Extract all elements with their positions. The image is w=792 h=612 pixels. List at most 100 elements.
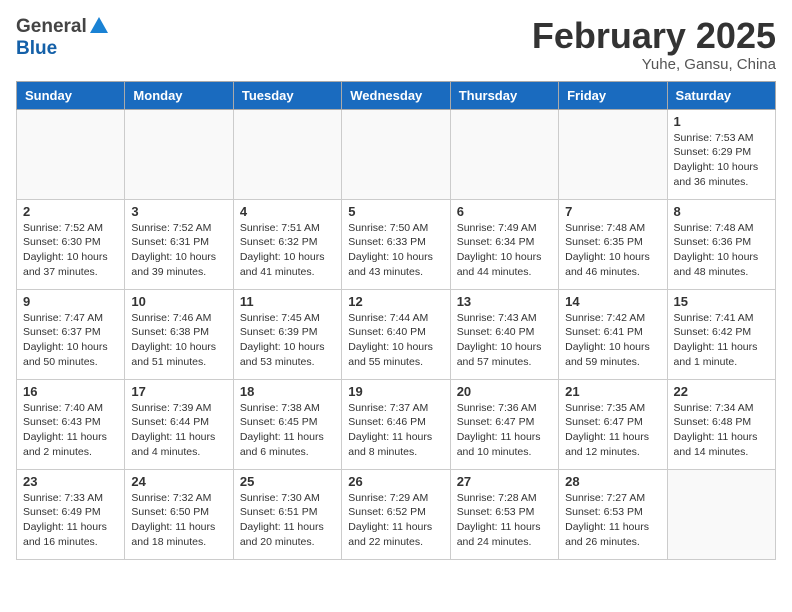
day-number: 1 — [674, 114, 769, 129]
calendar-cell: 5Sunrise: 7:50 AM Sunset: 6:33 PM Daylig… — [342, 199, 450, 289]
calendar-cell: 6 Sunrise: 7:49 AM Sunset: 6:34 PM Daylig… — [450, 199, 558, 289]
day-info: Sunrise: 7:44 AM Sunset: 6:40 PM Dayligh… — [348, 311, 443, 370]
day-info: Sunrise: 7:40 AM Sunset: 6:43 PM Dayligh… — [23, 401, 118, 460]
day-info: Sunrise: 7:48 AM Sunset: 6:35 PM Dayligh… — [565, 221, 660, 280]
day-info: Sunrise: 7:34 AM Sunset: 6:48 PM Dayligh… — [674, 401, 769, 460]
day-info: Sunrise: 7:32 AM Sunset: 6:50 PM Dayligh… — [131, 491, 226, 550]
day-number: 8 — [674, 204, 769, 219]
calendar-cell: 9Sunrise: 7:47 AM Sunset: 6:37 PM Daylig… — [17, 289, 125, 379]
day-number: 10 — [131, 294, 226, 309]
col-header-wednesday: Wednesday — [342, 81, 450, 109]
logo-blue: Blue — [16, 38, 57, 60]
day-info: Sunrise: 7:36 AM Sunset: 6:47 PM Dayligh… — [457, 401, 552, 460]
day-number: 27 — [457, 474, 552, 489]
calendar-title: February 2025 — [532, 16, 776, 56]
day-number: 25 — [240, 474, 335, 489]
title-block: February 2025 Yuhe, Gansu, China — [532, 16, 776, 73]
page-header: General Blue February 2025 Yuhe, Gansu, … — [16, 16, 776, 73]
day-info: Sunrise: 7:42 AM Sunset: 6:41 PM Dayligh… — [565, 311, 660, 370]
day-number: 9 — [23, 294, 118, 309]
calendar-cell: 20 Sunrise: 7:36 AM Sunset: 6:47 PM Dayli… — [450, 379, 558, 469]
logo-triangle-icon — [90, 17, 108, 33]
calendar-cell: 12 Sunrise: 7:44 AM Sunset: 6:40 PM Dayli… — [342, 289, 450, 379]
calendar-cell: 22 Sunrise: 7:34 AM Sunset: 6:48 PM Dayli… — [667, 379, 775, 469]
calendar-cell: 2 Sunrise: 7:52 AM Sunset: 6:30 PM Daylig… — [17, 199, 125, 289]
col-header-thursday: Thursday — [450, 81, 558, 109]
day-info: Sunrise: 7:27 AM Sunset: 6:53 PM Dayligh… — [565, 491, 660, 550]
day-number: 11 — [240, 294, 335, 309]
day-number: 20 — [457, 384, 552, 399]
calendar-table: SundayMondayTuesdayWednesdayThursdayFrid… — [16, 81, 776, 560]
day-info: Sunrise: 7:53 AM Sunset: 6:29 PM Dayligh… — [674, 131, 769, 190]
col-header-monday: Monday — [125, 81, 233, 109]
calendar-week-1: 1 Sunrise: 7:53 AM Sunset: 6:29 PM Daylig… — [17, 109, 776, 199]
day-info: Sunrise: 7:30 AM Sunset: 6:51 PM Dayligh… — [240, 491, 335, 550]
calendar-cell — [17, 109, 125, 199]
calendar-cell: 15Sunrise: 7:41 AM Sunset: 6:42 PM Dayli… — [667, 289, 775, 379]
calendar-week-5: 23 Sunrise: 7:33 AM Sunset: 6:49 PM Dayli… — [17, 469, 776, 559]
day-info: Sunrise: 7:38 AM Sunset: 6:45 PM Dayligh… — [240, 401, 335, 460]
calendar-cell: 1 Sunrise: 7:53 AM Sunset: 6:29 PM Daylig… — [667, 109, 775, 199]
calendar-cell: 23 Sunrise: 7:33 AM Sunset: 6:49 PM Dayli… — [17, 469, 125, 559]
day-info: Sunrise: 7:45 AM Sunset: 6:39 PM Dayligh… — [240, 311, 335, 370]
calendar-cell: 21Sunrise: 7:35 AM Sunset: 6:47 PM Dayli… — [559, 379, 667, 469]
day-number: 7 — [565, 204, 660, 219]
day-number: 24 — [131, 474, 226, 489]
day-number: 13 — [457, 294, 552, 309]
day-number: 17 — [131, 384, 226, 399]
day-number: 26 — [348, 474, 443, 489]
calendar-cell: 27 Sunrise: 7:28 AM Sunset: 6:53 PM Dayli… — [450, 469, 558, 559]
calendar-week-4: 16Sunrise: 7:40 AM Sunset: 6:43 PM Dayli… — [17, 379, 776, 469]
day-number: 3 — [131, 204, 226, 219]
calendar-cell: 7 Sunrise: 7:48 AM Sunset: 6:35 PM Daylig… — [559, 199, 667, 289]
day-number: 19 — [348, 384, 443, 399]
day-number: 21 — [565, 384, 660, 399]
calendar-cell: 10 Sunrise: 7:46 AM Sunset: 6:38 PM Dayli… — [125, 289, 233, 379]
day-number: 4 — [240, 204, 335, 219]
calendar-header-row: SundayMondayTuesdayWednesdayThursdayFrid… — [17, 81, 776, 109]
day-info: Sunrise: 7:52 AM Sunset: 6:30 PM Dayligh… — [23, 221, 118, 280]
calendar-cell — [559, 109, 667, 199]
col-header-tuesday: Tuesday — [233, 81, 341, 109]
day-number: 15 — [674, 294, 769, 309]
day-info: Sunrise: 7:43 AM Sunset: 6:40 PM Dayligh… — [457, 311, 552, 370]
day-number: 5 — [348, 204, 443, 219]
calendar-cell — [125, 109, 233, 199]
calendar-cell: 3 Sunrise: 7:52 AM Sunset: 6:31 PM Daylig… — [125, 199, 233, 289]
calendar-cell: 13 Sunrise: 7:43 AM Sunset: 6:40 PM Dayli… — [450, 289, 558, 379]
day-info: Sunrise: 7:39 AM Sunset: 6:44 PM Dayligh… — [131, 401, 226, 460]
col-header-friday: Friday — [559, 81, 667, 109]
day-info: Sunrise: 7:29 AM Sunset: 6:52 PM Dayligh… — [348, 491, 443, 550]
calendar-cell: 4 Sunrise: 7:51 AM Sunset: 6:32 PM Daylig… — [233, 199, 341, 289]
day-number: 12 — [348, 294, 443, 309]
calendar-cell: 11 Sunrise: 7:45 AM Sunset: 6:39 PM Dayli… — [233, 289, 341, 379]
day-number: 6 — [457, 204, 552, 219]
day-number: 22 — [674, 384, 769, 399]
calendar-cell: 25 Sunrise: 7:30 AM Sunset: 6:51 PM Dayli… — [233, 469, 341, 559]
day-info: Sunrise: 7:33 AM Sunset: 6:49 PM Dayligh… — [23, 491, 118, 550]
logo-general: General — [16, 16, 87, 38]
day-info: Sunrise: 7:46 AM Sunset: 6:38 PM Dayligh… — [131, 311, 226, 370]
calendar-cell: 19Sunrise: 7:37 AM Sunset: 6:46 PM Dayli… — [342, 379, 450, 469]
day-number: 28 — [565, 474, 660, 489]
calendar-cell: 28 Sunrise: 7:27 AM Sunset: 6:53 PM Dayli… — [559, 469, 667, 559]
day-info: Sunrise: 7:49 AM Sunset: 6:34 PM Dayligh… — [457, 221, 552, 280]
day-number: 2 — [23, 204, 118, 219]
day-number: 14 — [565, 294, 660, 309]
calendar-cell — [233, 109, 341, 199]
calendar-cell: 17 Sunrise: 7:39 AM Sunset: 6:44 PM Dayli… — [125, 379, 233, 469]
day-info: Sunrise: 7:28 AM Sunset: 6:53 PM Dayligh… — [457, 491, 552, 550]
calendar-cell: 8 Sunrise: 7:48 AM Sunset: 6:36 PM Daylig… — [667, 199, 775, 289]
day-info: Sunrise: 7:48 AM Sunset: 6:36 PM Dayligh… — [674, 221, 769, 280]
calendar-cell — [342, 109, 450, 199]
day-number: 18 — [240, 384, 335, 399]
calendar-cell — [667, 469, 775, 559]
calendar-cell: 16Sunrise: 7:40 AM Sunset: 6:43 PM Dayli… — [17, 379, 125, 469]
day-info: Sunrise: 7:51 AM Sunset: 6:32 PM Dayligh… — [240, 221, 335, 280]
calendar-cell: 14 Sunrise: 7:42 AM Sunset: 6:41 PM Dayli… — [559, 289, 667, 379]
col-header-saturday: Saturday — [667, 81, 775, 109]
day-number: 23 — [23, 474, 118, 489]
logo: General Blue — [16, 16, 108, 60]
day-info: Sunrise: 7:52 AM Sunset: 6:31 PM Dayligh… — [131, 221, 226, 280]
calendar-cell: 24 Sunrise: 7:32 AM Sunset: 6:50 PM Dayli… — [125, 469, 233, 559]
